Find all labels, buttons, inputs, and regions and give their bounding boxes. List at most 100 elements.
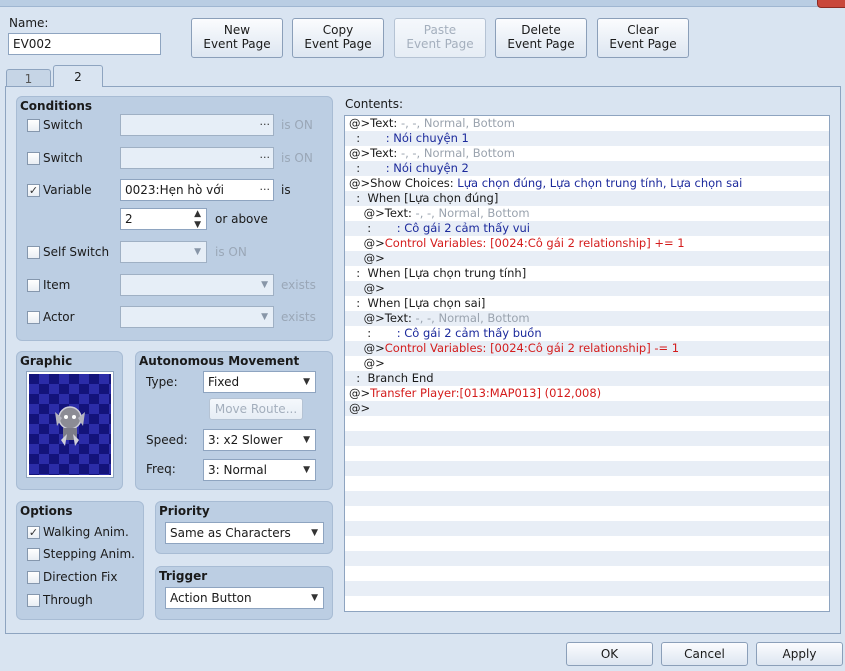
self-switch-select[interactable]: ▼ <box>120 241 207 263</box>
command-row[interactable]: @> <box>345 251 829 266</box>
walking-anim-checkbox[interactable]: ✓ <box>27 526 40 539</box>
command-row[interactable]: @> <box>345 356 829 371</box>
apply-button[interactable]: Apply <box>756 642 843 666</box>
variable-value: 0023:Hẹn hò với <box>125 183 224 197</box>
item-label: Item <box>43 278 71 292</box>
walking-anim-label: Walking Anim. <box>43 525 129 539</box>
command-row[interactable] <box>345 476 829 491</box>
through-checkbox[interactable] <box>27 594 40 607</box>
chevron-down-icon: ▼ <box>303 465 310 475</box>
delete-event-page-button[interactable]: Delete Event Page <box>495 18 587 58</box>
movement-type-label: Type: <box>146 375 178 389</box>
event-name-input[interactable]: EV002 <box>8 33 161 55</box>
command-row[interactable]: @>Control Variables: [0024:Cô gái 2 rela… <box>345 341 829 356</box>
command-row[interactable] <box>345 416 829 431</box>
tab-page-1[interactable]: 1 <box>6 69 51 87</box>
command-row[interactable] <box>345 461 829 476</box>
command-text: -, -, Normal, Bottom <box>400 116 515 130</box>
paste-event-page-button[interactable]: Paste Event Page <box>394 18 486 58</box>
through-label: Through <box>43 593 93 607</box>
movement-speed-label: Speed: <box>146 433 188 447</box>
command-row[interactable] <box>345 491 829 506</box>
command-row[interactable] <box>345 431 829 446</box>
actor-select[interactable]: ▼ <box>120 306 274 328</box>
command-row[interactable]: @>Text: -, -, Normal, Bottom <box>345 311 829 326</box>
command-row[interactable]: @> <box>345 281 829 296</box>
stepping-anim-checkbox[interactable] <box>27 548 40 561</box>
priority-select[interactable]: Same as Characters ▼ <box>165 522 324 544</box>
command-row[interactable]: : When [Lựa chọn trung tính] <box>345 266 829 281</box>
command-row[interactable] <box>345 446 829 461</box>
switch1-selector[interactable]: ··· <box>120 114 274 136</box>
command-row[interactable] <box>345 596 829 611</box>
options-panel: Options ✓ Walking Anim. Stepping Anim. D… <box>16 501 144 620</box>
command-row[interactable]: : : Cô gái 2 cảm thấy vui <box>345 221 829 236</box>
move-route-button[interactable]: Move Route... <box>209 398 303 420</box>
variable-comparison: or above <box>215 212 268 226</box>
ellipsis-icon: ··· <box>259 151 271 164</box>
switch1-checkbox[interactable] <box>27 119 40 132</box>
command-row[interactable] <box>345 566 829 581</box>
conditions-panel: Conditions Switch ··· is ON Switch ··· i… <box>16 96 333 341</box>
command-row[interactable]: @>Show Choices: Lựa chọn đúng, Lựa chọn … <box>345 176 829 191</box>
movement-speed-select[interactable]: 3: x2 Slower ▼ <box>203 429 316 451</box>
command-row[interactable]: @>Text: -, -, Normal, Bottom <box>345 206 829 221</box>
item-checkbox[interactable] <box>27 279 40 292</box>
command-row[interactable]: : : Nói chuyện 1 <box>345 131 829 146</box>
command-row[interactable]: @>Control Variables: [0024:Cô gái 2 rela… <box>345 236 829 251</box>
item-suffix: exists <box>281 278 316 292</box>
switch2-checkbox[interactable] <box>27 152 40 165</box>
command-text: : <box>349 131 386 145</box>
chevron-down-icon: ▼ <box>303 435 310 445</box>
command-row[interactable]: : : Nói chuyện 2 <box>345 161 829 176</box>
command-row[interactable] <box>345 581 829 596</box>
command-text: @> <box>349 281 385 295</box>
new-event-page-button[interactable]: New Event Page <box>191 18 283 58</box>
switch2-selector[interactable]: ··· <box>120 147 274 169</box>
command-row[interactable]: @>Transfer Player:[013:MAP013] (012,008) <box>345 386 829 401</box>
stepper-down-icon[interactable]: ▼ <box>194 215 201 235</box>
command-text: @> <box>349 401 371 415</box>
direction-fix-checkbox[interactable] <box>27 571 40 584</box>
command-row[interactable]: : When [Lựa chọn đúng] <box>345 191 829 206</box>
command-text: -, -, Normal, Bottom <box>400 146 515 160</box>
command-row[interactable]: @>Text: -, -, Normal, Bottom <box>345 146 829 161</box>
item-select[interactable]: ▼ <box>120 274 274 296</box>
command-row[interactable]: @>Text: -, -, Normal, Bottom <box>345 116 829 131</box>
command-row[interactable]: @> <box>345 401 829 416</box>
command-text: : Cô gái 2 cảm thấy vui <box>396 221 530 235</box>
chevron-down-icon: ▼ <box>311 528 318 538</box>
command-row[interactable]: : Branch End <box>345 371 829 386</box>
trigger-select[interactable]: Action Button ▼ <box>165 587 324 609</box>
ok-button[interactable]: OK <box>566 642 653 666</box>
variable-amount-stepper[interactable]: 2 ▲ ▼ <box>120 208 207 230</box>
actor-label: Actor <box>43 310 75 324</box>
autonomous-movement-title: Autonomous Movement <box>139 354 300 368</box>
self-switch-checkbox[interactable] <box>27 246 40 259</box>
movement-type-value: Fixed <box>208 375 240 389</box>
movement-freq-select[interactable]: 3: Normal ▼ <box>203 459 316 481</box>
command-text: : When [Lựa chọn sai] <box>349 296 486 310</box>
chevron-down-icon: ▼ <box>261 312 268 322</box>
command-row[interactable] <box>345 506 829 521</box>
window-close-button[interactable] <box>817 0 845 8</box>
command-row[interactable] <box>345 551 829 566</box>
graphic-preview[interactable] <box>26 371 114 478</box>
clear-event-page-button[interactable]: Clear Event Page <box>597 18 689 58</box>
variable-selector[interactable]: 0023:Hẹn hò với ··· <box>120 179 274 201</box>
priority-panel: Priority Same as Characters ▼ <box>155 501 333 554</box>
command-row[interactable] <box>345 521 829 536</box>
variable-checkbox[interactable]: ✓ <box>27 184 40 197</box>
command-text: : Cô gái 2 cảm thấy buồn <box>396 326 542 340</box>
command-row[interactable]: : : Cô gái 2 cảm thấy buồn <box>345 326 829 341</box>
copy-event-page-button[interactable]: Copy Event Page <box>292 18 384 58</box>
command-row[interactable] <box>345 536 829 551</box>
command-row[interactable]: : When [Lựa chọn sai] <box>345 296 829 311</box>
actor-checkbox[interactable] <box>27 311 40 324</box>
command-text: @> <box>349 251 385 265</box>
autonomous-movement-panel: Autonomous Movement Type: Fixed ▼ Move Ro… <box>135 351 333 490</box>
movement-type-select[interactable]: Fixed ▼ <box>203 371 316 393</box>
event-command-list[interactable]: @>Text: -, -, Normal, Bottom : : Nói chu… <box>344 115 830 612</box>
tab-page-2[interactable]: 2 <box>53 65 103 87</box>
cancel-button[interactable]: Cancel <box>661 642 748 666</box>
